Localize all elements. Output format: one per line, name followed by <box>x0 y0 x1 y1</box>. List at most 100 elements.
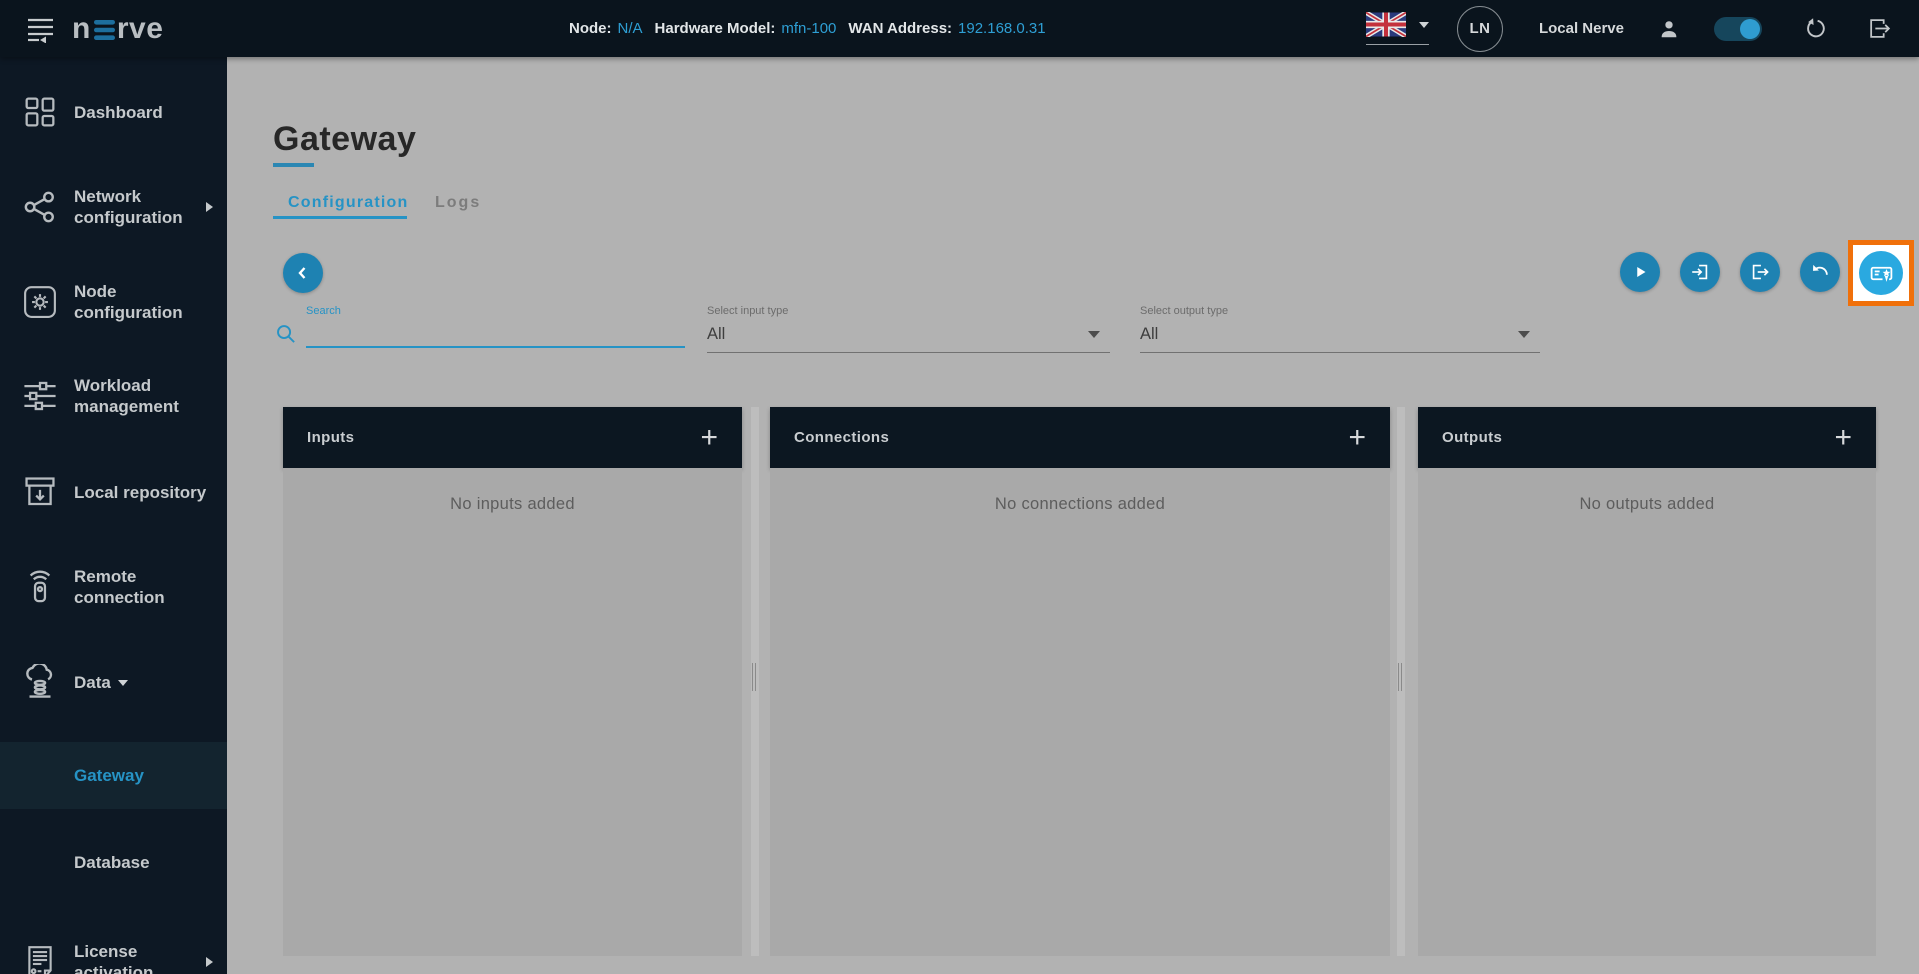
hardware-model-label: Hardware Model: <box>654 20 776 37</box>
output-type-label: Select output type <box>1140 305 1229 317</box>
empty-state-text: No connections added <box>994 495 1166 513</box>
connections-panel: Connections + No connections added <box>770 407 1390 956</box>
page-title: Gateway <box>273 120 417 158</box>
output-type-select[interactable]: Select output type All <box>1140 305 1540 353</box>
sidebar-item-local-repository[interactable]: Local repository <box>0 471 227 513</box>
sidebar-item-label: Local repository <box>74 482 207 502</box>
chevron-left-icon <box>298 267 306 279</box>
import-icon <box>1692 264 1708 280</box>
network-icon <box>20 190 60 224</box>
empty-state-text: No inputs added <box>450 495 575 513</box>
input-type-label: Select input type <box>707 305 789 317</box>
resizer-handle-icon <box>1398 663 1402 691</box>
sidebar-item-label: Dashboard <box>74 102 163 122</box>
sidebar-item-label: Node configuration <box>74 282 183 322</box>
active-tab-underline <box>273 216 407 219</box>
repository-icon <box>20 475 60 509</box>
sidebar: Dashboard Network configuration Node con… <box>0 57 227 974</box>
panel-title: Inputs <box>307 429 355 446</box>
search-icon <box>274 322 297 350</box>
sidebar-item-network-configuration[interactable]: Network configuration <box>0 183 227 231</box>
tour-highlight-frame <box>1848 240 1914 306</box>
input-type-value: All <box>707 325 726 343</box>
sliders-icon <box>20 379 60 413</box>
undo-button[interactable] <box>1800 252 1840 292</box>
sidebar-item-label: Gateway <box>74 766 144 785</box>
node-value: N/A <box>617 20 643 37</box>
search-input[interactable] <box>306 317 685 348</box>
export-button[interactable] <box>1740 252 1780 292</box>
submenu-arrow-icon <box>206 202 213 212</box>
data-cloud-icon <box>20 664 60 700</box>
sidebar-item-node-configuration[interactable]: Node configuration <box>0 278 227 326</box>
logo-text-pre: n <box>72 11 91 45</box>
inputs-panel-body: No inputs added <box>283 468 742 956</box>
online-toggle[interactable] <box>1714 16 1762 41</box>
import-button[interactable] <box>1680 252 1720 292</box>
hardware-model-value: mfn-100 <box>781 20 837 37</box>
topbar-left: n rve <box>26 0 163 57</box>
chevron-down-icon <box>1088 331 1100 338</box>
connections-panel-body: No connections added <box>770 468 1390 956</box>
outputs-panel-body: No outputs added <box>1418 468 1876 956</box>
panel-resizer[interactable] <box>1397 407 1405 956</box>
logo-text-post: rve <box>116 11 164 45</box>
sidebar-item-label: Remote connection <box>74 567 165 607</box>
apply-button[interactable] <box>1620 252 1660 292</box>
dashboard-icon <box>20 96 60 128</box>
chevron-down-icon <box>1518 331 1530 338</box>
add-input-button[interactable]: + <box>700 422 718 452</box>
sidebar-item-workload-management[interactable]: Workload management <box>0 372 227 420</box>
main-content: Gateway Configuration Logs Search Select… <box>227 57 1919 974</box>
sidebar-item-license-activation[interactable]: License activation <box>0 932 227 974</box>
collapse-menu-icon[interactable] <box>26 15 56 43</box>
sidebar-item-label: Database <box>74 852 150 872</box>
license-icon <box>20 945 60 974</box>
tab-configuration[interactable]: Configuration <box>288 194 408 212</box>
sidebar-item-dashboard[interactable]: Dashboard <box>0 91 227 133</box>
sidebar-item-data[interactable]: Data <box>0 661 227 703</box>
gear-icon <box>20 285 60 319</box>
toggle-knob <box>1740 18 1760 39</box>
title-underline <box>273 163 314 167</box>
logout-icon[interactable] <box>1867 16 1892 41</box>
topbar-right: LN Local Nerve <box>1365 0 1892 57</box>
user-icon[interactable] <box>1658 18 1680 40</box>
wan-address-label: WAN Address: <box>848 20 953 37</box>
input-type-select[interactable]: Select input type All <box>707 305 1110 353</box>
back-button[interactable] <box>283 253 323 293</box>
add-output-button[interactable]: + <box>1834 422 1852 452</box>
export-icon <box>1752 264 1769 280</box>
outputs-panel-header: Outputs + <box>1418 407 1876 468</box>
avatar[interactable]: LN <box>1456 5 1503 52</box>
empty-state-text: No outputs added <box>1579 495 1715 513</box>
node-info: Node: N/A Hardware Model: mfn-100 WAN Ad… <box>569 0 1052 57</box>
add-connection-button[interactable]: + <box>1348 422 1366 452</box>
sidebar-item-gateway[interactable]: Gateway <box>0 742 227 809</box>
play-icon <box>1637 266 1646 278</box>
account-name: Local Nerve <box>1538 20 1624 37</box>
undo-icon <box>1813 264 1828 275</box>
sidebar-item-label: Workload management <box>74 376 179 416</box>
chevron-down-icon <box>117 680 128 687</box>
inputs-panel: Inputs + No inputs added <box>283 407 742 956</box>
submenu-arrow-icon <box>206 957 213 967</box>
restart-icon[interactable] <box>1804 17 1827 40</box>
nerve-app: n rve Node: N/A Hardware Model: mfn-100 … <box>0 0 1919 974</box>
connections-panel-header: Connections + <box>770 407 1390 468</box>
sidebar-item-database[interactable]: Database <box>0 841 227 883</box>
panel-resizer[interactable] <box>751 407 759 956</box>
topbar: n rve Node: N/A Hardware Model: mfn-100 … <box>0 0 1919 57</box>
outputs-panel: Outputs + No outputs added <box>1418 407 1876 956</box>
panel-title: Outputs <box>1442 429 1503 446</box>
deploy-config-button[interactable] <box>1859 251 1903 295</box>
logo-e-bars-icon <box>93 14 115 48</box>
sidebar-item-label: License activation <box>74 942 154 974</box>
resizer-handle-icon <box>752 663 756 691</box>
tab-logs[interactable]: Logs <box>435 194 481 212</box>
uk-flag-icon <box>1365 12 1406 37</box>
sidebar-item-remote-connection[interactable]: Remote connection <box>0 563 227 611</box>
inputs-panel-header: Inputs + <box>283 407 742 468</box>
wan-address-value: 192.168.0.31 <box>958 20 1046 37</box>
language-select[interactable] <box>1365 12 1429 45</box>
